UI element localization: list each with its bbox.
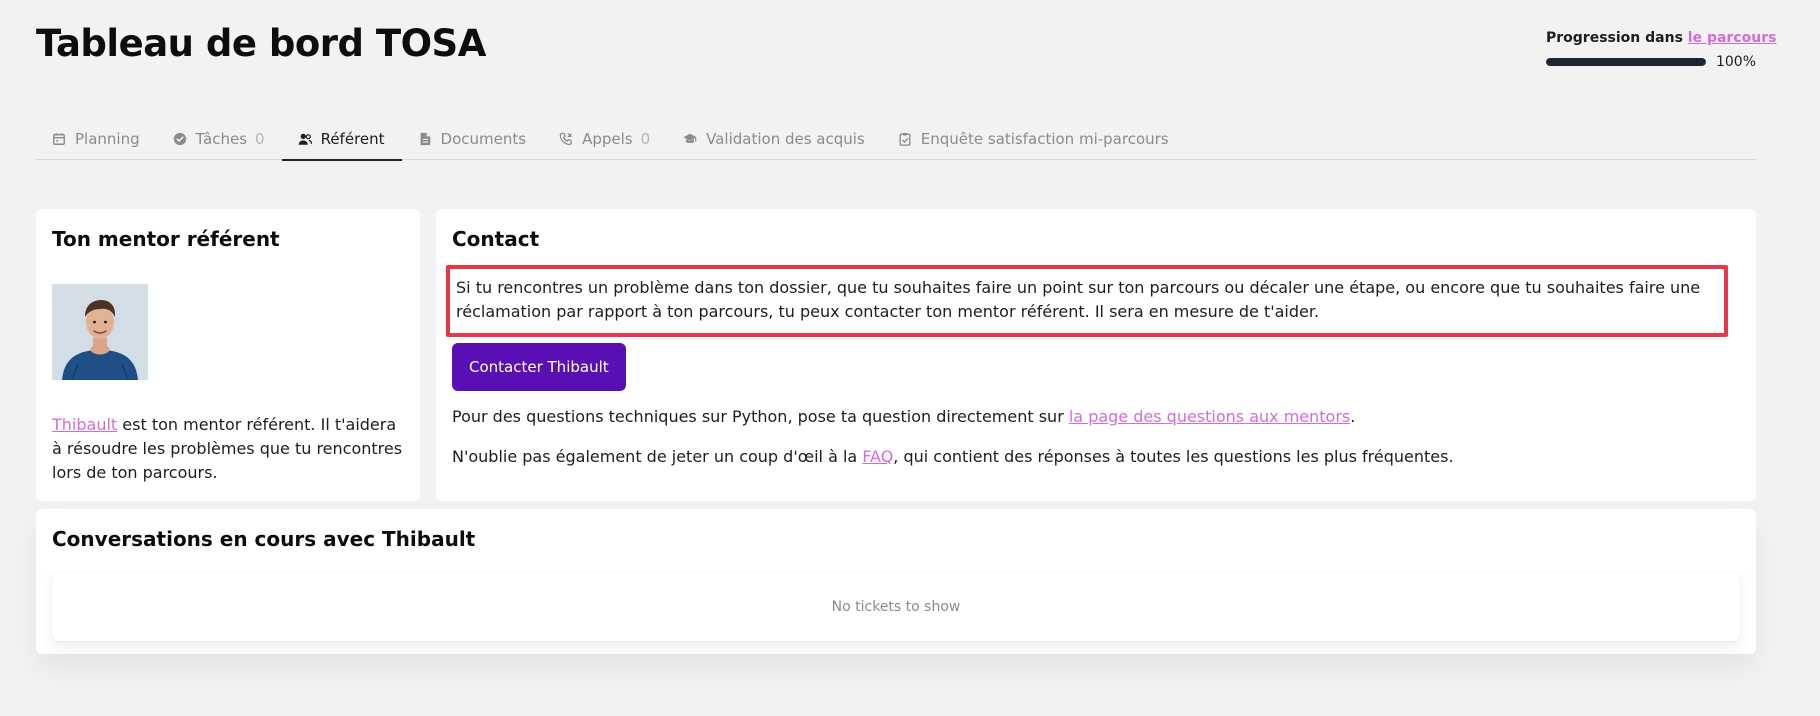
tab-referent[interactable]: Référent xyxy=(281,118,402,161)
faq-link[interactable]: FAQ xyxy=(862,447,893,466)
tab-label: Planning xyxy=(75,130,140,148)
mentor-description: Thibault est ton mentor référent. Il t'a… xyxy=(52,413,404,485)
graduation-cap-icon xyxy=(683,132,697,146)
tab-label: Appels xyxy=(582,130,633,148)
avatar xyxy=(52,284,148,380)
highlighted-intro-box: Si tu rencontres un problème dans ton do… xyxy=(446,265,1728,337)
tab-validation[interactable]: Validation des acquis xyxy=(667,118,882,160)
contact-mentor-button[interactable]: Contacter Thibault xyxy=(452,343,626,391)
contact-intro-text: Si tu rencontres un problème dans ton do… xyxy=(456,278,1701,321)
tab-label: Enquête satisfaction mi-parcours xyxy=(920,130,1169,148)
faq-paragraph: N'oublie pas également de jeter un coup … xyxy=(452,445,1740,469)
conversations-title: Conversations en cours avec Thibault xyxy=(52,527,476,551)
progress-label-prefix: Progression dans xyxy=(1546,30,1688,46)
tab-count: 0 xyxy=(640,130,651,148)
conversations-card: Conversations en cours avec Thibault No … xyxy=(36,509,1756,654)
mentor-card: Ton mentor référent Thibault est ton men… xyxy=(36,209,420,501)
tab-label: Documents xyxy=(440,130,527,148)
faq-prefix: N'oublie pas également de jeter un coup … xyxy=(452,447,863,466)
tab-bar: Planning Tâches 0 Référent Documents App… xyxy=(36,118,1756,161)
progress-value: 100% xyxy=(1715,54,1756,70)
clipboard-icon xyxy=(898,132,912,146)
progress-bar-fill xyxy=(1546,58,1706,66)
check-circle-icon xyxy=(173,132,187,146)
tab-taches[interactable]: Tâches 0 xyxy=(157,118,282,160)
tab-label: Validation des acquis xyxy=(706,130,865,148)
calendar-icon xyxy=(52,132,66,146)
phone-icon xyxy=(559,132,573,146)
tab-documents[interactable]: Documents xyxy=(402,118,544,160)
progress-label: Progression dans le parcours xyxy=(1546,30,1776,46)
tab-enquete[interactable]: Enquête satisfaction mi-parcours xyxy=(882,118,1186,160)
contact-card-title: Contact xyxy=(452,227,540,251)
tab-label: Tâches xyxy=(195,130,248,148)
faq-suffix: , qui contient des réponses à toutes les… xyxy=(893,447,1454,466)
tab-appels[interactable]: Appels 0 xyxy=(543,118,667,160)
tab-label: Référent xyxy=(320,130,385,148)
parcours-link[interactable]: le parcours xyxy=(1688,30,1777,46)
mentor-card-title: Ton mentor référent xyxy=(52,227,280,251)
questions-paragraph: Pour des questions techniques sur Python… xyxy=(452,405,1740,429)
progress-widget: Progression dans le parcours 100% xyxy=(1546,30,1776,70)
tickets-list: No tickets to show xyxy=(52,573,1740,641)
document-icon xyxy=(418,132,432,146)
page-title: Tableau de bord TOSA xyxy=(36,22,486,65)
tab-planning[interactable]: Planning xyxy=(36,118,157,160)
questions-prefix: Pour des questions techniques sur Python… xyxy=(452,407,1069,426)
empty-tickets-message: No tickets to show xyxy=(831,599,961,615)
mentor-name-link[interactable]: Thibault xyxy=(52,415,117,434)
contact-card: Contact Si tu rencontres un problème dan… xyxy=(436,209,1756,501)
mentor-questions-link[interactable]: la page des questions aux mentors xyxy=(1069,407,1350,426)
users-icon xyxy=(298,132,312,146)
tab-count: 0 xyxy=(255,130,265,148)
progress-bar xyxy=(1546,58,1706,66)
questions-suffix: . xyxy=(1350,407,1356,426)
